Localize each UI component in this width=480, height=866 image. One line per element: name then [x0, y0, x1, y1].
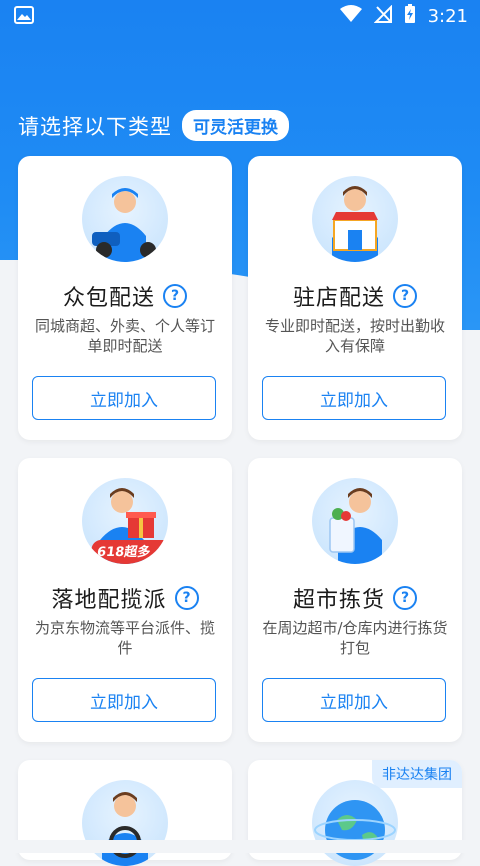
card-description: 同城商超、外卖、个人等订单即时配送 — [34, 317, 215, 355]
card-title: 落地配揽派 — [51, 588, 167, 613]
battery-charging-icon — [404, 4, 416, 29]
status-bar: 3:21 — [0, 0, 480, 32]
page-title: 请选择以下类型 — [18, 114, 172, 139]
join-button[interactable]: 立即加入 — [262, 376, 446, 420]
card-description: 在周边超市/仓库内进行拣货打包 — [262, 619, 448, 657]
flexible-change-badge[interactable]: 可灵活更换 — [182, 110, 289, 141]
join-button[interactable]: 立即加入 — [32, 678, 216, 722]
card-supermarket-picking[interactable]: 超市拣货 ? 在周边超市/仓库内进行拣货打包 立即加入 — [248, 458, 462, 742]
help-icon[interactable]: ? — [174, 586, 199, 610]
image-icon — [14, 6, 34, 24]
card-title: 众包配送 — [62, 286, 155, 311]
card-pickup-delivery[interactable]: 618超多单 落地配揽派 ? 为京东物流等平台派件、揽件 立即加入 — [18, 458, 232, 742]
card-description: 专业即时配送，按时出勤收入有保障 — [264, 317, 445, 355]
page-heading: 请选择以下类型 可灵活更换 — [18, 110, 289, 141]
card-description: 为京东物流等平台派件、揽件 — [34, 619, 215, 657]
join-button[interactable]: 立即加入 — [262, 678, 446, 722]
join-button[interactable]: 立即加入 — [32, 376, 216, 420]
no-signal-icon — [373, 4, 392, 28]
rider-scooter-avatar — [82, 176, 168, 262]
help-icon[interactable]: ? — [393, 586, 417, 610]
help-icon[interactable]: ? — [163, 284, 187, 308]
store-rider-avatar — [312, 176, 398, 262]
bottom-edge — [0, 840, 480, 853]
card-title: 驻店配送 — [292, 286, 385, 311]
help-icon[interactable]: ? — [393, 284, 417, 308]
globe-avatar — [312, 780, 398, 866]
grocery-picker-avatar — [312, 478, 398, 564]
driver-avatar — [82, 780, 168, 866]
courier-parcel-avatar: 618超多单 — [82, 478, 168, 564]
card-crowdsource-delivery[interactable]: 众包配送 ? 同城商超、外卖、个人等订单即时配送 立即加入 — [18, 156, 232, 440]
card-store-delivery[interactable]: 驻店配送 ? 专业即时配送，按时出勤收入有保障 立即加入 — [248, 156, 462, 440]
card-title: 超市拣货 — [292, 588, 385, 613]
promo-badge: 618超多单 — [87, 540, 168, 564]
status-time: 3:21 — [427, 6, 468, 27]
wifi-icon — [339, 5, 362, 28]
non-dada-group-tag: 非达达集团 — [372, 760, 462, 788]
